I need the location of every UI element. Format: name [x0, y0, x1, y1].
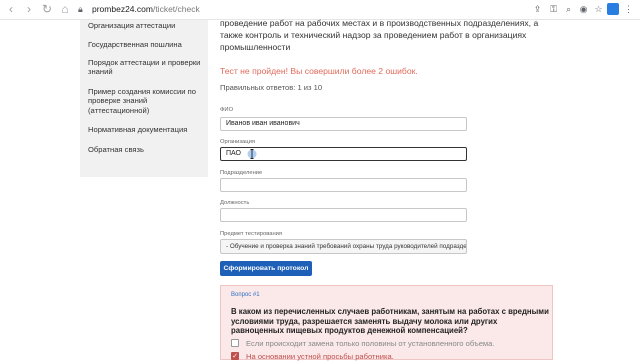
- correct-answers-count: Правильных ответов: 1 из 10: [220, 83, 323, 92]
- sidebar-item-feedback[interactable]: Обратная связь: [88, 145, 206, 154]
- menu-icon[interactable]: ⋮: [623, 4, 634, 15]
- home-icon[interactable]: ⌂: [58, 2, 72, 16]
- url-path: /ticket/check: [152, 4, 200, 14]
- sidebar-item-procedure[interactable]: Порядок аттестации и проверки знаний: [88, 58, 206, 77]
- sidebar-item-commission-example[interactable]: Пример создания комиссии по проверке зна…: [88, 87, 206, 115]
- generate-protocol-button[interactable]: Сформировать протокол: [220, 261, 312, 276]
- sidebar-item-normative-docs[interactable]: Нормативная документация: [88, 125, 206, 134]
- fio-field[interactable]: Иванов иван иванович: [220, 117, 467, 131]
- question-card: Вопрос #1 В каком из перечисленных случа…: [220, 285, 553, 361]
- organization-field[interactable]: ПАО: [220, 147, 467, 161]
- position-field[interactable]: [220, 208, 467, 222]
- test-subject-select[interactable]: - Обучение и проверка знаний требований …: [220, 239, 467, 254]
- question-text: В каком из перечисленных случаев работни…: [231, 307, 549, 336]
- intro-line: проведение работ на рабочих местах и в п…: [220, 18, 539, 28]
- extension-icon[interactable]: [607, 3, 619, 15]
- sidebar-item-state-fee[interactable]: Государственная пошлина: [88, 40, 206, 49]
- sidebar: Организация аттестации Государственная п…: [80, 20, 208, 177]
- zoom-icon[interactable]: ⌕: [563, 4, 574, 15]
- address-bar[interactable]: prombez24.com/ticket/check: [92, 4, 200, 14]
- share-icon[interactable]: ⇪: [532, 4, 543, 15]
- question-number: Вопрос #1: [231, 292, 260, 298]
- organization-label: Организация: [220, 139, 255, 145]
- option-label[interactable]: Если происходит замена только половины о…: [246, 339, 494, 348]
- department-label: Подразделение: [220, 170, 263, 176]
- option-checkbox-checked[interactable]: ✓: [231, 352, 239, 360]
- fio-label: ФИО: [220, 107, 234, 113]
- intro-line: также контроль и технический надзор за п…: [220, 30, 527, 40]
- sidebar-item-attestation-org[interactable]: Организация аттестации: [88, 21, 206, 30]
- department-field[interactable]: [220, 178, 467, 192]
- intro-line: промышленности: [220, 42, 291, 52]
- key-icon[interactable]: ⚿: [548, 4, 559, 15]
- reload-icon[interactable]: ↻: [40, 2, 54, 16]
- test-subject-label: Предмет тестирования: [220, 231, 283, 237]
- lock-icon[interactable]: 🔒︎: [78, 4, 88, 14]
- bookmark-star-icon[interactable]: ☆: [593, 4, 604, 15]
- forward-icon[interactable]: ›: [22, 2, 36, 16]
- text-cursor-icon: [247, 149, 257, 159]
- back-icon[interactable]: ‹: [4, 2, 18, 16]
- test-failed-message: Тест не пройден! Вы совершили более 2 ош…: [220, 66, 418, 76]
- url-host: prombez24.com: [92, 4, 153, 14]
- position-label: Должность: [220, 200, 250, 206]
- option-checkbox[interactable]: [231, 339, 239, 347]
- camera-icon[interactable]: ◉: [578, 4, 589, 15]
